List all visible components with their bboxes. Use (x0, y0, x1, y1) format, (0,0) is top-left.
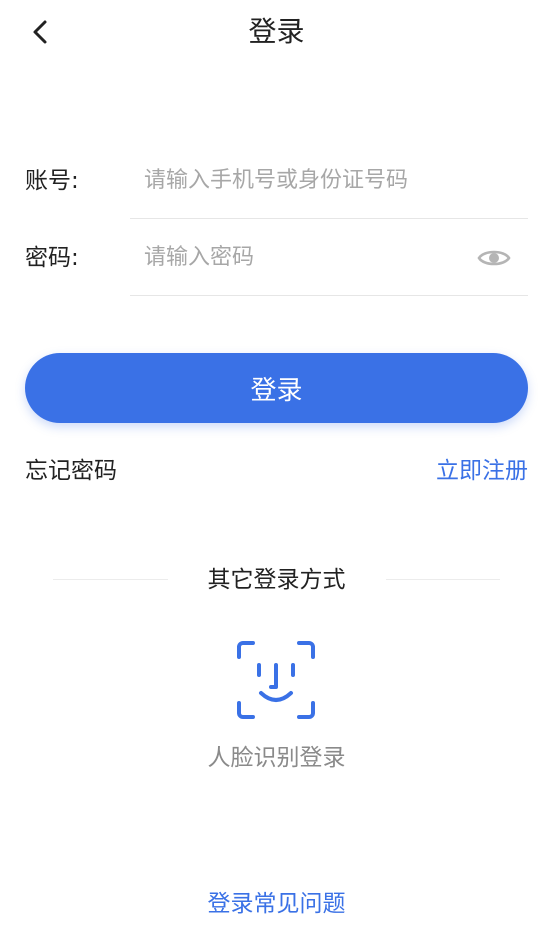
face-login-button[interactable] (226, 630, 326, 730)
account-input[interactable] (130, 143, 528, 219)
login-button[interactable]: 登录 (25, 353, 528, 423)
login-faq-link[interactable]: 登录常见问题 (0, 888, 553, 920)
page-title: 登录 (248, 15, 305, 48)
account-field-row: 账号: (0, 143, 553, 219)
register-link[interactable]: 立即注册 (436, 455, 528, 487)
password-label: 密码: (25, 245, 79, 271)
other-login-title: 其它登录方式 (207, 567, 346, 593)
forgot-password-link[interactable]: 忘记密码 (25, 455, 117, 487)
face-id-icon (237, 641, 315, 719)
top-navigation-bar: 登录 (0, 0, 553, 66)
password-visibility-toggle[interactable] (474, 238, 514, 278)
face-login-label[interactable]: 人脸识别登录 (0, 742, 553, 774)
eye-icon (477, 250, 511, 266)
password-field-row: 密码: (0, 220, 553, 296)
password-input[interactable] (130, 220, 528, 296)
account-label: 账号: (25, 168, 79, 194)
